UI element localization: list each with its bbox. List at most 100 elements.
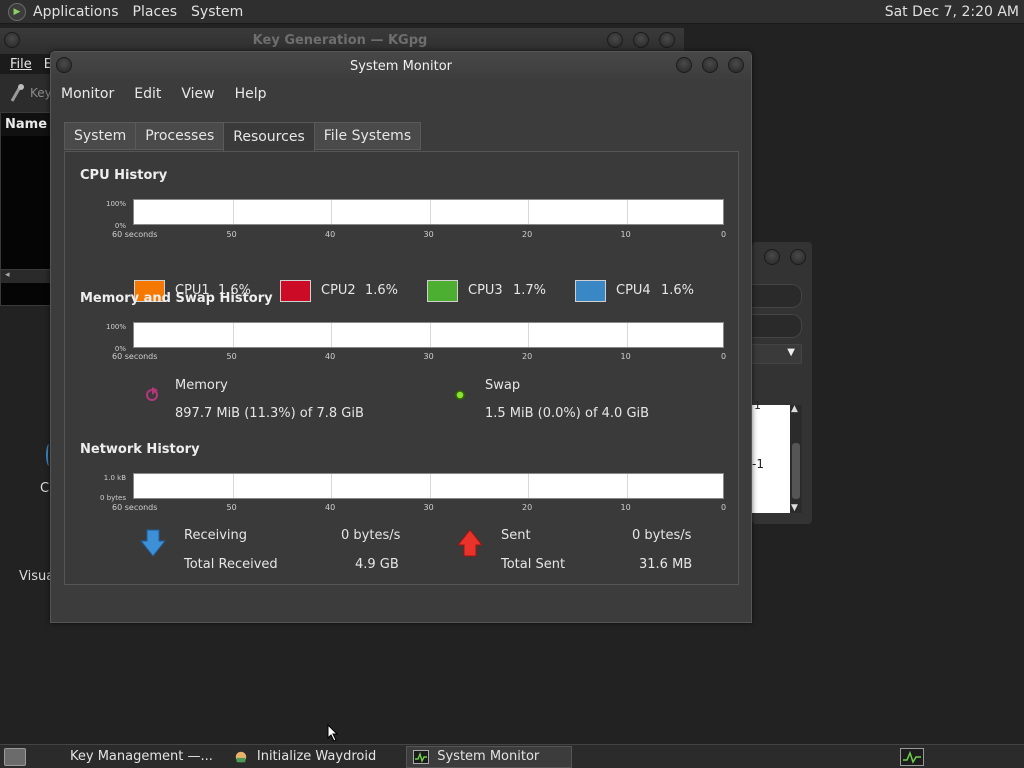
x-axis-tick-label: 60 seconds bbox=[112, 503, 158, 512]
cpu-y-bottom: 0% bbox=[114, 222, 126, 230]
minimize-icon[interactable] bbox=[676, 57, 692, 73]
net-y-bottom: 0 bytes bbox=[100, 494, 126, 502]
memory-label: Memory bbox=[175, 378, 228, 393]
x-axis-tick-label: 50 bbox=[226, 503, 237, 512]
bottom-taskbar: Key Management —... Initialize Waydroid … bbox=[0, 744, 1024, 768]
cpu-history-graph bbox=[133, 199, 724, 225]
window-menu-icon[interactable] bbox=[4, 32, 20, 48]
graph-gridline bbox=[429, 474, 431, 498]
network-history-graph bbox=[133, 473, 724, 499]
taskbar-item-initialize-waydroid[interactable]: Initialize Waydroid bbox=[227, 746, 382, 768]
swap-pie-icon[interactable] bbox=[453, 388, 467, 402]
cpu-y-top: 100% bbox=[105, 200, 126, 208]
graph-gridline bbox=[331, 323, 332, 347]
kgpg-toolbar[interactable]: Key bbox=[8, 83, 52, 103]
menu-edit[interactable]: Edit bbox=[134, 86, 161, 102]
side-dialog: ▼ 1 -1 ▲ ▼ bbox=[752, 242, 812, 524]
side-scrollbar[interactable]: ▲ ▼ bbox=[790, 404, 802, 513]
kgpg-file-menu[interactable]: File bbox=[10, 57, 32, 72]
close-icon[interactable] bbox=[659, 32, 675, 48]
menu-monitor[interactable]: Monitor bbox=[61, 86, 114, 102]
side-list-text-2: -1 bbox=[752, 457, 764, 471]
system-menu[interactable]: System bbox=[191, 4, 243, 20]
menu-help[interactable]: Help bbox=[235, 86, 267, 102]
kgpg-key-list[interactable]: Name ◂ bbox=[0, 112, 53, 306]
sent-value: 0 bytes/s bbox=[632, 528, 692, 543]
cpu2-label: CPU2 bbox=[321, 283, 356, 298]
tab-system[interactable]: System bbox=[64, 122, 137, 150]
side-input-1[interactable] bbox=[752, 284, 802, 308]
distro-logo-icon: ▶ bbox=[8, 2, 26, 21]
kgpg-title: Key Generation — KGpg bbox=[252, 33, 428, 48]
scroll-left-icon[interactable]: ◂ bbox=[5, 270, 10, 280]
side-list-text-1: 1 bbox=[754, 399, 761, 412]
clock[interactable]: Sat Dec 7, 2:20 AM bbox=[885, 4, 1019, 20]
x-axis-tick-label: 0 bbox=[721, 230, 727, 239]
close-icon[interactable] bbox=[728, 57, 744, 73]
taskbar-item-key-management[interactable]: Key Management —... bbox=[64, 746, 219, 768]
network-history-title: Network History bbox=[80, 442, 200, 457]
waydroid-icon bbox=[235, 751, 247, 762]
graph-gridline bbox=[626, 200, 628, 224]
cpu3-label: CPU3 bbox=[468, 283, 503, 298]
x-axis-tick-label: 10 bbox=[620, 503, 631, 512]
tray-graph-icon bbox=[903, 750, 921, 764]
side-close-icon[interactable] bbox=[790, 249, 806, 265]
top-panel: ▶ Applications Places System Sat Dec 7, … bbox=[0, 0, 1024, 24]
graph-gridline bbox=[232, 323, 234, 347]
tab-processes[interactable]: Processes bbox=[135, 122, 225, 150]
memory-swap-history-title: Memory and Swap History bbox=[80, 291, 273, 306]
side-input-2[interactable] bbox=[752, 314, 802, 338]
total-received-label: Total Received bbox=[184, 557, 278, 572]
mouse-pointer-icon bbox=[327, 724, 339, 742]
x-axis-tick-label: 0 bbox=[721, 352, 727, 361]
x-axis-tick-label: 20 bbox=[522, 352, 533, 361]
x-axis-tick-label: 40 bbox=[325, 352, 336, 361]
swap-value: 1.5 MiB (0.0%) of 4.0 GiB bbox=[485, 406, 650, 421]
side-dropdown[interactable]: ▼ bbox=[752, 344, 802, 364]
cpu4-label: CPU4 bbox=[616, 283, 651, 298]
taskbar-item-system-monitor[interactable]: System Monitor bbox=[406, 745, 573, 768]
graph-gridline bbox=[232, 200, 234, 224]
maximize-icon[interactable] bbox=[702, 57, 718, 73]
graph-gridline bbox=[331, 474, 332, 498]
side-listbox[interactable]: 1 -1 bbox=[752, 399, 790, 513]
key-tool-icon bbox=[10, 84, 24, 102]
memory-pie-icon[interactable] bbox=[143, 384, 163, 404]
x-axis-tick-label: 50 bbox=[226, 352, 237, 361]
desktop-label-visual: Visua bbox=[19, 569, 55, 584]
x-axis-tick-label: 10 bbox=[620, 230, 631, 239]
minimize-icon[interactable] bbox=[607, 32, 623, 48]
sent-label: Sent bbox=[501, 528, 531, 543]
cpu4-color-swatch[interactable] bbox=[575, 280, 606, 302]
scroll-down-icon[interactable]: ▼ bbox=[791, 503, 798, 513]
scroll-up-icon[interactable]: ▲ bbox=[791, 404, 798, 414]
applications-label: Applications bbox=[33, 3, 119, 20]
kgpg-horizontal-scrollbar[interactable]: ◂ bbox=[1, 269, 53, 283]
cpu2-value: 1.6% bbox=[365, 283, 399, 298]
x-axis-tick-label: 30 bbox=[423, 352, 434, 361]
sysmon-menubar: Monitor Edit View Help bbox=[61, 86, 287, 102]
cpu4-value: 1.6% bbox=[661, 283, 695, 298]
sysmon-titlebar[interactable]: System Monitor bbox=[51, 52, 751, 82]
tab-resources[interactable]: Resources bbox=[223, 122, 315, 152]
kgpg-name-column-header[interactable]: Name bbox=[1, 113, 51, 136]
menu-view[interactable]: View bbox=[181, 86, 214, 102]
cpu3-color-swatch[interactable] bbox=[427, 280, 458, 302]
side-scroll-thumb[interactable] bbox=[792, 443, 800, 499]
tray-system-monitor-icon[interactable] bbox=[900, 748, 924, 766]
memory-value: 897.7 MiB (11.3%) of 7.8 GiB bbox=[175, 406, 364, 421]
sysmon-title: System Monitor bbox=[349, 59, 453, 74]
places-menu[interactable]: Places bbox=[133, 4, 178, 20]
total-sent-value: 31.6 MB bbox=[639, 557, 693, 572]
x-axis-tick-label: 0 bbox=[721, 503, 727, 512]
maximize-icon[interactable] bbox=[633, 32, 649, 48]
receiving-label: Receiving bbox=[184, 528, 248, 543]
cpu-history-title: CPU History bbox=[80, 168, 168, 183]
side-minimize-icon[interactable] bbox=[764, 249, 780, 265]
show-desktop-icon[interactable] bbox=[4, 747, 26, 766]
cpu2-color-swatch[interactable] bbox=[280, 280, 311, 302]
applications-menu[interactable]: ▶ Applications bbox=[8, 2, 119, 21]
download-arrow-icon bbox=[140, 529, 166, 557]
tab-file-systems[interactable]: File Systems bbox=[313, 122, 422, 150]
